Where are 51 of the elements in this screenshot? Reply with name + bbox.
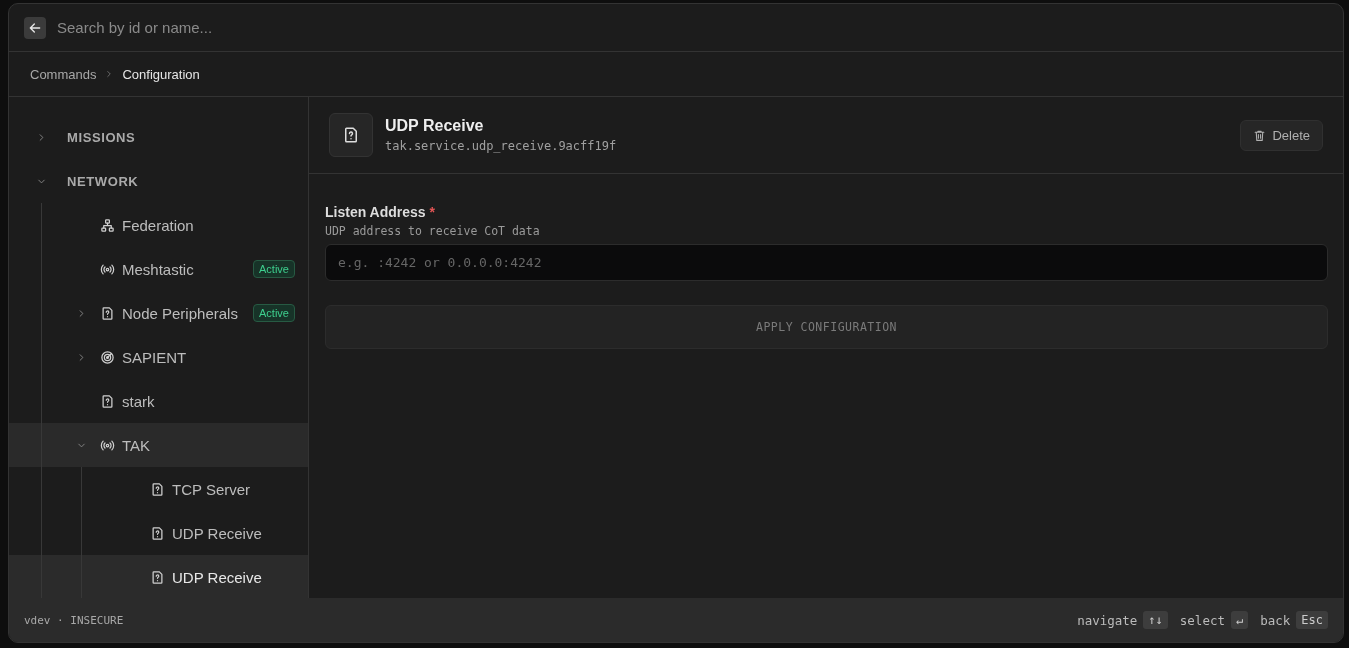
radar-icon bbox=[100, 349, 115, 365]
item-label: Node Peripherals bbox=[122, 304, 238, 322]
tree-item[interactable]: Meshtastic Active bbox=[9, 247, 308, 291]
status-text: vdev · INSECURE bbox=[24, 613, 124, 627]
item-label: TAK bbox=[122, 436, 151, 454]
key-badge: Esc bbox=[1296, 611, 1328, 629]
item-label: Federation bbox=[122, 216, 194, 234]
file-question-icon bbox=[342, 126, 360, 144]
network-icon bbox=[100, 217, 115, 233]
input-field[interactable]: e.g. :4242 or 0.0.0.0:4242 bbox=[325, 244, 1328, 281]
trash-icon bbox=[1253, 128, 1267, 142]
item-label: Meshtastic bbox=[122, 260, 194, 278]
tree-item[interactable]: SAPIENT bbox=[9, 335, 308, 379]
hint-label: back bbox=[1260, 612, 1291, 628]
item-label: MISSIONS bbox=[67, 129, 136, 145]
field-help: UDP address to receive CoT data bbox=[325, 224, 541, 238]
breadcrumb-link[interactable]: Commands bbox=[30, 66, 97, 82]
search-field[interactable]: Search by id or name... bbox=[55, 18, 1343, 37]
service-id: tak.service.udp_receive.9acff19f bbox=[385, 139, 618, 153]
required-mark: * bbox=[429, 204, 435, 220]
section-row[interactable]: MISSIONS bbox=[9, 115, 308, 159]
file-question-icon bbox=[100, 393, 115, 409]
section-row[interactable]: NETWORK bbox=[9, 159, 308, 203]
file-question-icon bbox=[150, 569, 165, 585]
item-label: NETWORK bbox=[67, 173, 139, 189]
tree-item[interactable]: stark bbox=[9, 379, 308, 423]
item-label: SAPIENT bbox=[122, 348, 187, 366]
tree-item[interactable]: Node Peripherals Active bbox=[9, 291, 308, 335]
item-label: stark bbox=[122, 392, 155, 410]
hint-label: navigate bbox=[1077, 612, 1138, 628]
tree-item[interactable]: Federation bbox=[9, 203, 308, 247]
status-badge: Active bbox=[253, 260, 295, 278]
tree-item[interactable]: TCP Server bbox=[9, 467, 308, 511]
delete-button[interactable]: Delete bbox=[1240, 119, 1323, 151]
hint-label: select bbox=[1179, 612, 1225, 628]
file-question-icon bbox=[150, 525, 165, 541]
breadcrumb-link[interactable]: Configuration bbox=[122, 66, 200, 82]
item-label: UDP Receive bbox=[172, 524, 262, 542]
file-question-icon bbox=[150, 481, 165, 497]
status-badge: Active bbox=[253, 304, 295, 322]
tree-item[interactable]: UDP Receive bbox=[9, 555, 308, 598]
service-title: UDP Receive bbox=[385, 117, 485, 135]
item-label: TCP Server bbox=[172, 480, 251, 498]
field-label: Listen Address * bbox=[325, 204, 436, 220]
key-badge: ↑↓ bbox=[1143, 611, 1168, 629]
tree-item[interactable]: UDP Receive bbox=[9, 511, 308, 555]
back-button[interactable] bbox=[24, 16, 46, 39]
tree-item[interactable]: TAK bbox=[9, 423, 308, 467]
file-question-icon bbox=[100, 305, 115, 321]
item-label: UDP Receive bbox=[172, 568, 262, 586]
key-badge: ↵ bbox=[1230, 611, 1249, 629]
